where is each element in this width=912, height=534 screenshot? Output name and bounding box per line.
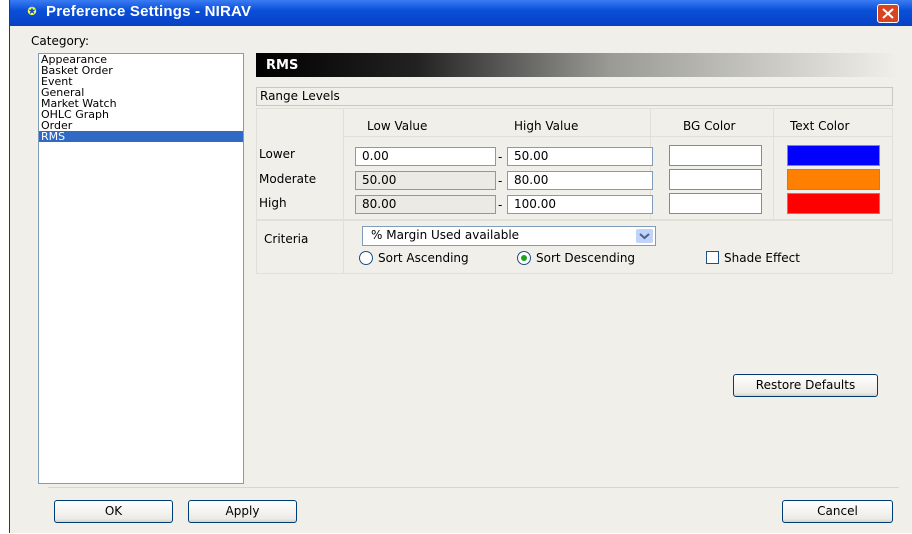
criteria-dropdown[interactable]: % Margin Used available [362, 226, 656, 246]
restore-defaults-button[interactable]: Restore Defaults [733, 374, 878, 397]
range-levels-label: Range Levels [260, 89, 340, 103]
lower-text-color-button[interactable] [787, 145, 880, 166]
ok-button[interactable]: OK [54, 500, 173, 523]
radio-selected-dot [521, 255, 527, 261]
sort-descending-radio[interactable] [517, 251, 531, 265]
preference-window: ✪ Preference Settings - NIRAV Category: … [9, 0, 912, 533]
header-divider [343, 136, 893, 137]
button-bar [48, 487, 899, 534]
sort-ascending-radio[interactable] [359, 251, 373, 265]
moderate-low-input: 50.00 [355, 171, 496, 190]
row-label-high: High [259, 196, 287, 210]
range-separator: - [498, 174, 503, 188]
row-label-lower: Lower [259, 147, 295, 161]
high-high-input[interactable]: 100.00 [507, 195, 653, 214]
section-header: RMS [256, 53, 898, 77]
range-separator: - [498, 150, 503, 164]
column-divider [773, 108, 774, 220]
high-low-input: 80.00 [355, 195, 496, 214]
high-bg-color-button[interactable] [669, 193, 762, 214]
chevron-down-icon[interactable] [636, 229, 653, 243]
cancel-button[interactable]: Cancel [782, 500, 893, 523]
range-levels-box: Range Levels [256, 87, 893, 106]
shade-effect-checkbox[interactable] [706, 251, 719, 264]
lower-high-input[interactable]: 50.00 [507, 147, 653, 166]
close-icon [882, 8, 894, 19]
moderate-text-color-button[interactable] [787, 169, 880, 190]
row-label-moderate: Moderate [259, 172, 317, 186]
lower-low-input[interactable]: 0.00 [355, 147, 496, 166]
category-item-order[interactable]: Order [39, 120, 243, 131]
window-title: Preference Settings - NIRAV [46, 3, 252, 20]
app-icon: ✪ [27, 5, 37, 18]
sort-ascending-label[interactable]: Sort Ascending [378, 251, 469, 265]
lower-bg-color-button[interactable] [669, 145, 762, 166]
moderate-bg-color-button[interactable] [669, 169, 762, 190]
column-header-text: Text Color [790, 119, 850, 133]
sort-descending-label[interactable]: Sort Descending [536, 251, 635, 265]
column-header-low: Low Value [367, 119, 428, 133]
apply-button[interactable]: Apply [188, 500, 297, 523]
category-list[interactable]: Appearance Basket Order Event General Ma… [38, 53, 244, 484]
criteria-selected-value: % Margin Used available [371, 228, 520, 242]
column-header-bg: BG Color [683, 119, 736, 133]
column-divider [343, 108, 344, 274]
column-header-high: High Value [514, 119, 579, 133]
range-separator: - [498, 198, 503, 212]
category-label: Category: [31, 34, 89, 48]
category-item-rms[interactable]: RMS [39, 131, 243, 142]
high-text-color-button[interactable] [787, 193, 880, 214]
shade-effect-label[interactable]: Shade Effect [724, 251, 800, 265]
section-title: RMS [266, 58, 299, 73]
title-bar[interactable]: ✪ Preference Settings - NIRAV [10, 0, 912, 26]
criteria-label: Criteria [264, 232, 309, 246]
moderate-high-input[interactable]: 80.00 [507, 171, 653, 190]
close-button[interactable] [877, 4, 899, 23]
